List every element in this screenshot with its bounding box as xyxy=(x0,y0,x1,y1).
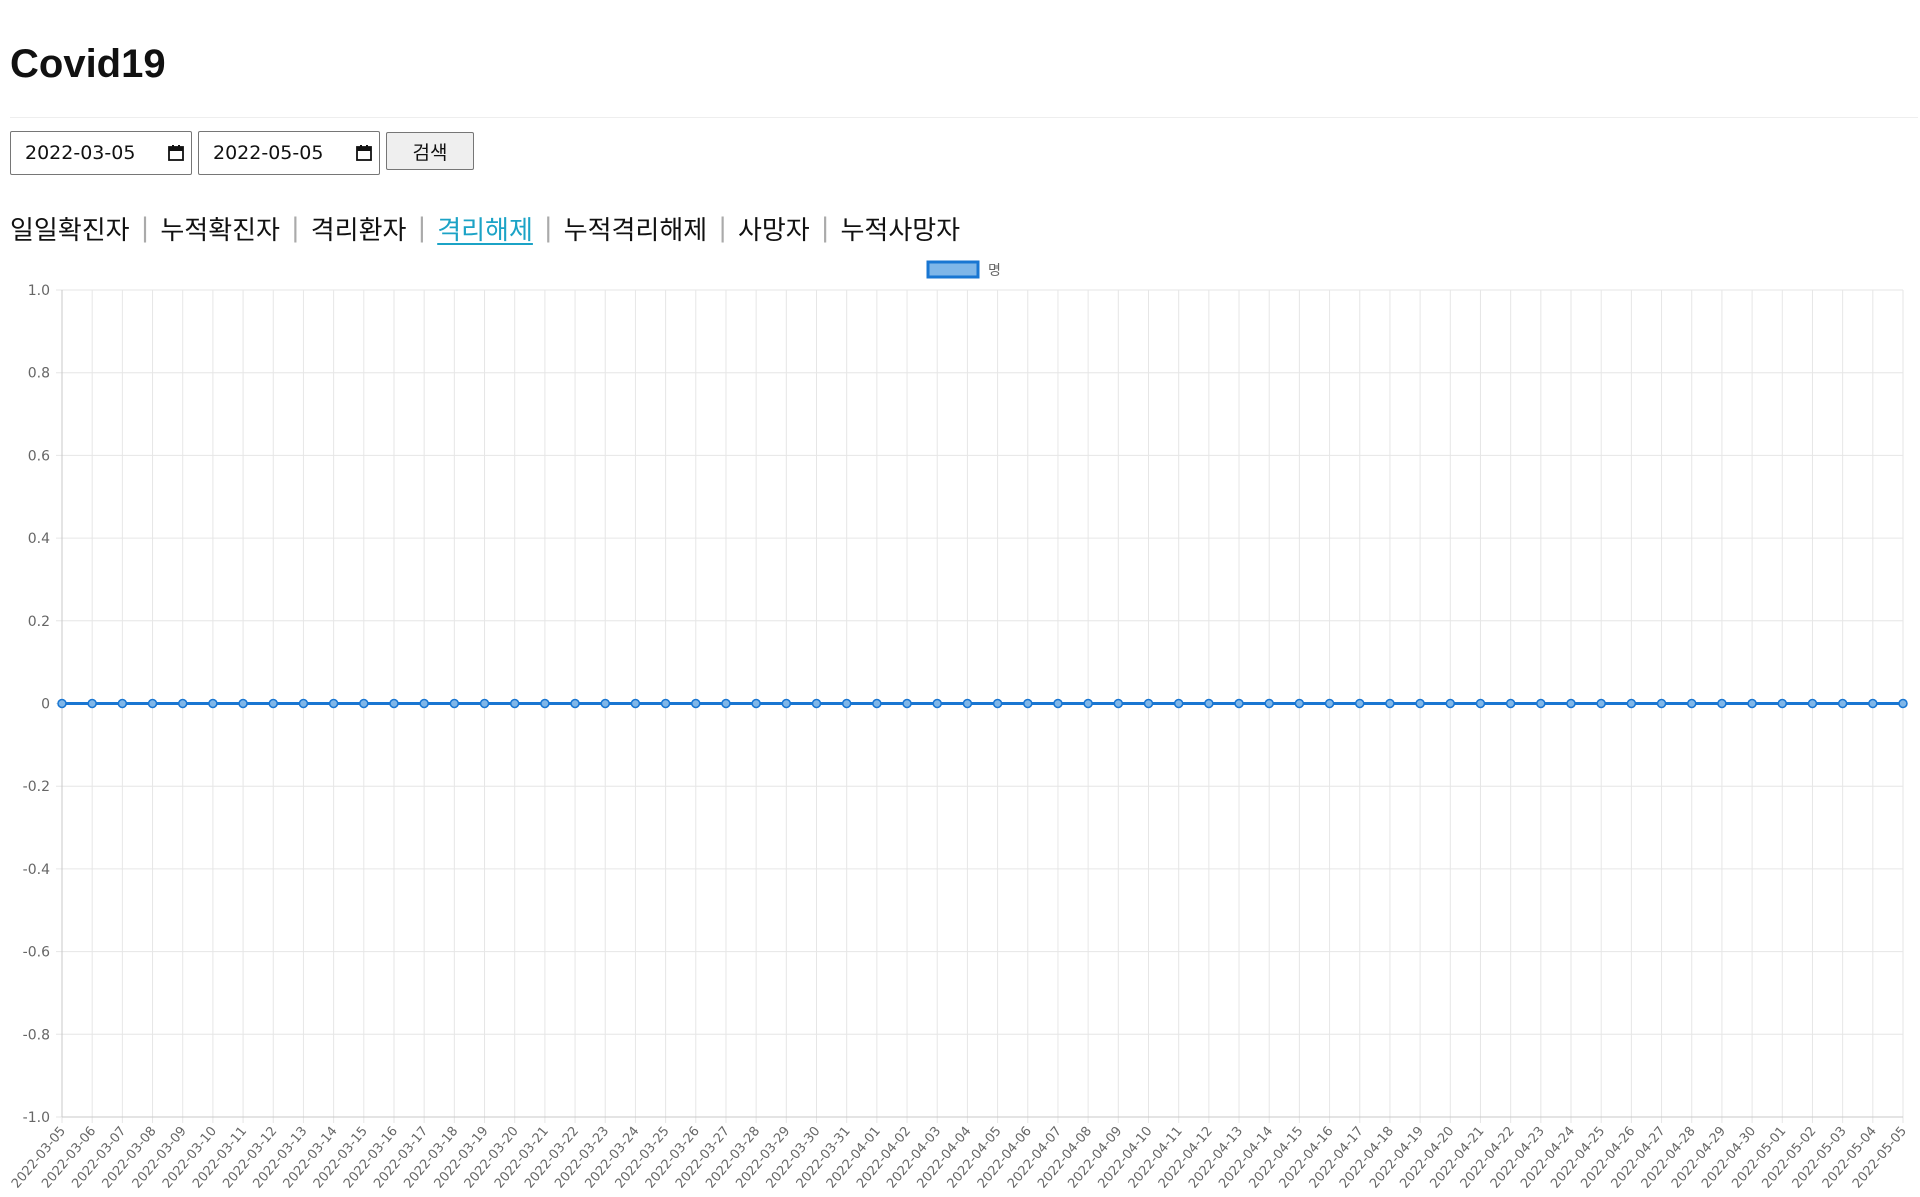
data-point xyxy=(1475,698,1486,709)
data-point xyxy=(419,698,429,709)
y-tick-label: -0.6 xyxy=(23,945,50,961)
data-point xyxy=(1898,698,1908,709)
data-point xyxy=(1023,698,1033,709)
data-point xyxy=(1717,698,1727,709)
y-tick-label: -0.4 xyxy=(23,862,50,878)
data-point xyxy=(238,698,248,709)
data-point xyxy=(932,698,942,709)
data-point xyxy=(359,698,369,709)
y-tick-label: -1.0 xyxy=(23,1110,50,1126)
data-point xyxy=(1385,698,1395,709)
y-tick-label: 0.8 xyxy=(28,366,50,382)
data-point xyxy=(87,698,97,709)
data-point xyxy=(1807,698,1818,709)
data-point xyxy=(1445,698,1456,709)
data-point xyxy=(389,698,399,709)
data-point xyxy=(630,698,641,709)
tab-5[interactable]: 누적격리해제 xyxy=(564,210,708,247)
data-point xyxy=(328,698,339,709)
data-point xyxy=(781,698,792,709)
header-divider xyxy=(10,117,1918,118)
data-point xyxy=(1868,698,1878,709)
data-point xyxy=(1234,698,1244,709)
data-point xyxy=(1536,698,1546,709)
data-point xyxy=(1324,698,1335,709)
data-point xyxy=(268,698,279,709)
tab-2[interactable]: 누적확진자 xyxy=(160,210,280,247)
y-tick-label: 0.6 xyxy=(28,448,50,464)
data-point xyxy=(147,698,158,709)
data-point xyxy=(600,698,610,709)
y-tick-label: 0.4 xyxy=(28,531,50,547)
search-button[interactable]: 검색 xyxy=(386,132,474,170)
data-point xyxy=(177,698,188,709)
data-point xyxy=(1204,698,1214,709)
end-date-value: 2022-05-05 xyxy=(213,142,324,164)
tab-3[interactable]: 격리환자 xyxy=(311,210,407,247)
data-point xyxy=(1837,698,1848,709)
end-date-input[interactable]: 2022-05-05 xyxy=(198,131,380,175)
data-point xyxy=(691,698,701,709)
start-date-value: 2022-03-05 xyxy=(25,142,136,164)
data-point xyxy=(721,698,731,709)
data-point xyxy=(1656,698,1667,709)
data-point xyxy=(117,698,128,709)
data-point xyxy=(1596,698,1606,709)
data-point xyxy=(298,698,309,709)
data-point xyxy=(479,698,490,709)
data-point xyxy=(1626,698,1637,709)
tab-1[interactable]: 일일확진자 xyxy=(10,210,130,247)
data-point xyxy=(208,698,218,709)
data-point xyxy=(1777,698,1788,709)
y-tick-label: -0.2 xyxy=(23,779,50,795)
tab-separator: | xyxy=(417,213,427,243)
tab-6[interactable]: 사망자 xyxy=(738,210,810,247)
data-point xyxy=(1294,698,1305,709)
calendar-icon[interactable] xyxy=(161,132,191,174)
start-date-input[interactable]: 2022-03-05 xyxy=(10,131,192,175)
tab-4[interactable]: 격리해제 xyxy=(437,210,533,247)
y-tick-label: -0.8 xyxy=(23,1027,50,1043)
tab-separator: | xyxy=(543,213,553,243)
tab-separator: | xyxy=(820,213,830,243)
data-point xyxy=(962,698,973,709)
data-point xyxy=(1113,698,1124,709)
data-point xyxy=(841,698,852,709)
data-point xyxy=(1173,698,1184,709)
y-tick-label: 0 xyxy=(41,697,50,713)
data-point xyxy=(1053,698,1063,709)
data-point xyxy=(660,698,671,709)
y-tick-label: 1.0 xyxy=(28,283,50,299)
data-point xyxy=(1355,698,1365,709)
y-tick-label: 0.2 xyxy=(28,614,50,630)
data-point xyxy=(1143,698,1154,709)
calendar-icon[interactable] xyxy=(349,132,379,174)
page-title: Covid19 xyxy=(10,42,166,86)
data-point xyxy=(811,698,822,709)
legend-swatch xyxy=(926,260,980,279)
data-point xyxy=(902,698,912,709)
tab-7[interactable]: 누적사망자 xyxy=(840,210,960,247)
data-point xyxy=(1264,698,1274,709)
data-point xyxy=(57,698,67,709)
data-point xyxy=(1505,698,1516,709)
data-point xyxy=(1747,698,1757,709)
data-point xyxy=(1686,698,1697,709)
line-chart: 1.00.80.60.40.20-0.2-0.4-0.6-0.8-1.02022… xyxy=(9,260,1910,1191)
data-point xyxy=(751,698,761,709)
data-point xyxy=(872,698,882,709)
data-point xyxy=(992,698,1003,709)
tab-separator: | xyxy=(140,213,150,243)
data-point xyxy=(570,698,580,709)
data-point xyxy=(449,698,460,709)
tab-separator: | xyxy=(290,213,300,243)
data-point xyxy=(1415,698,1425,709)
legend-label: 명 xyxy=(988,263,1001,279)
tab-separator: | xyxy=(718,213,727,243)
data-point xyxy=(509,698,520,709)
data-point xyxy=(1083,698,1093,709)
data-point xyxy=(540,698,550,709)
stat-tabs: 일일확진자 | 누적확진자 | 격리환자 | 격리해제 | 누적격리해제 | 사망자 | 누적사망자 xyxy=(10,208,960,248)
data-point xyxy=(1566,698,1576,709)
